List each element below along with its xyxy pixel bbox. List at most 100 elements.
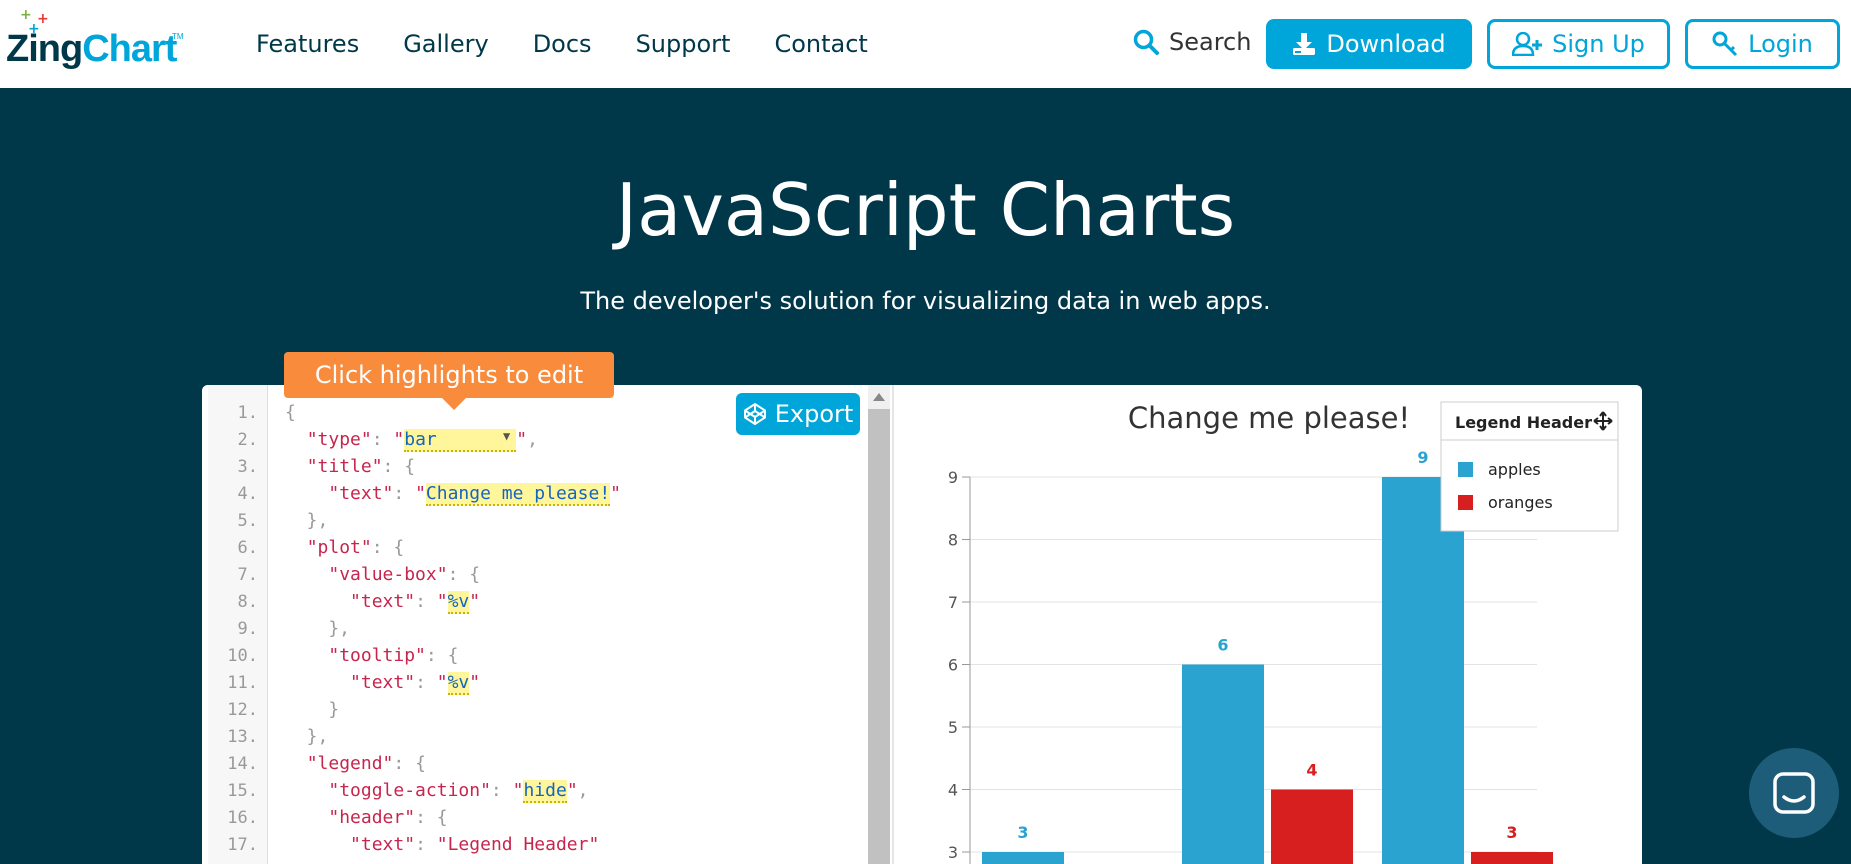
line-number: 14. — [227, 754, 258, 774]
line-number-gutter: 1. 2. 3. 4. 5. 6. 7. 8. 9. 10. 11. 12. 1… — [208, 385, 268, 864]
bar-value-label: 3 — [1017, 823, 1028, 842]
chart-preview: Change me please! 3 4 5 6 7 8 9 3 6 9 4 3 Legend Head… — [894, 385, 1642, 864]
chart-title: Change me please! — [1128, 401, 1410, 435]
legend-header-text: Legend Header — [447, 834, 589, 855]
line-number: 4. — [237, 484, 258, 504]
nav-docs[interactable]: Docs — [533, 30, 592, 58]
code-line: "type": "bar ▼ ", — [306, 429, 538, 452]
chart-type-value: bar — [404, 429, 437, 450]
code-line: "text": "Change me please!" — [328, 483, 621, 506]
y-tick-label: 9 — [948, 468, 958, 487]
y-tick-label: 7 — [948, 593, 958, 612]
logo-plus-green-icon: + — [20, 7, 32, 23]
hero-title: JavaScript Charts — [615, 168, 1236, 252]
code-line: "header": { — [328, 807, 448, 828]
line-number: 5. — [237, 511, 258, 531]
demo-panel: 1. 2. 3. 4. 5. 6. 7. 8. 9. 10. 11. 12. 1… — [202, 385, 1642, 864]
line-number: 16. — [227, 808, 258, 828]
signup-label: Sign Up — [1552, 30, 1645, 58]
legend-swatch-oranges — [1458, 495, 1473, 510]
hero-subtitle: The developer's solution for visualizing… — [580, 287, 1271, 315]
line-number: 2. — [237, 430, 258, 450]
zingchart-logo[interactable]: + + + ZingChart TM — [6, 8, 186, 80]
bar-value-label: 6 — [1217, 636, 1228, 655]
tooltip-text-editable[interactable]: %v — [447, 672, 470, 695]
line-number: 15. — [227, 781, 258, 801]
code-line: "text": "Legend Header" — [350, 834, 600, 855]
bar-oranges — [1271, 789, 1353, 864]
export-label: Export — [774, 400, 854, 428]
line-number: 8. — [237, 592, 258, 612]
nav-contact[interactable]: Contact — [774, 30, 867, 58]
bar-oranges — [1471, 852, 1553, 864]
logo-zing: Zing — [6, 28, 83, 70]
login-button[interactable]: Login — [1685, 19, 1840, 69]
line-number: 11. — [227, 673, 258, 693]
y-tick-label: 4 — [948, 781, 958, 800]
codepen-icon — [743, 403, 766, 425]
bar-apples — [1382, 477, 1464, 864]
legend-item-apples: apples — [1488, 460, 1541, 479]
y-tick-label: 3 — [948, 843, 958, 862]
key-icon — [1712, 31, 1738, 57]
line-number: 12. — [227, 700, 258, 720]
legend-swatch-apples — [1458, 462, 1473, 477]
line-number: 13. — [227, 727, 258, 747]
editor-scrollbar-thumb[interactable] — [868, 409, 890, 864]
scroll-up-arrow-icon[interactable] — [873, 393, 885, 401]
line-number: 9. — [237, 619, 258, 639]
download-label: Download — [1326, 30, 1446, 58]
bar-apples — [1182, 664, 1264, 864]
chart-type-select[interactable]: bar ▼ — [404, 429, 517, 452]
chat-icon — [1773, 772, 1815, 814]
code-line: "text": "%v" — [350, 591, 481, 614]
edit-hint-tooltip: Click highlights to edit — [284, 352, 614, 398]
bar-value-label: 4 — [1306, 761, 1317, 780]
download-icon — [1293, 33, 1316, 55]
legend-header: Legend Header — [1455, 413, 1592, 432]
logo-wordmark: ZingChart — [6, 28, 177, 71]
code-line: { — [285, 402, 296, 423]
code-line: "title": { — [306, 456, 416, 477]
export-button[interactable]: Export — [736, 393, 860, 435]
search-icon — [1133, 29, 1159, 55]
code-line: "value-box": { — [328, 564, 481, 585]
nav-support[interactable]: Support — [636, 30, 731, 58]
main-nav: Features Gallery Docs Support Contact — [256, 30, 912, 58]
code-line: } — [285, 699, 340, 720]
chat-launcher-button[interactable] — [1749, 748, 1839, 838]
login-label: Login — [1748, 30, 1813, 58]
bar-value-label: 9 — [1417, 448, 1428, 467]
line-number: 17. — [227, 835, 258, 855]
signup-button[interactable]: Sign Up — [1487, 19, 1670, 69]
add-user-icon — [1512, 32, 1543, 56]
y-tick-label: 5 — [948, 718, 958, 737]
bar-apples — [982, 852, 1064, 864]
nav-features[interactable]: Features — [256, 30, 359, 58]
line-number: 3. — [237, 457, 258, 477]
logo-chart: Chart — [82, 28, 177, 70]
code-editor[interactable]: 1. 2. 3. 4. 5. 6. 7. 8. 9. 10. 11. 12. 1… — [202, 385, 892, 864]
code-line: "text": "%v" — [350, 672, 481, 695]
logo-trademark: TM — [172, 32, 184, 41]
tooltip-arrow — [442, 398, 466, 410]
line-number: 7. — [237, 565, 258, 585]
search-button[interactable]: Search — [1133, 28, 1251, 56]
search-label: Search — [1169, 28, 1252, 56]
y-tick-label: 8 — [948, 531, 958, 550]
code-line: "toggle-action": "hide", — [328, 780, 589, 803]
nav-gallery[interactable]: Gallery — [403, 30, 488, 58]
value-box-text-editable[interactable]: %v — [447, 591, 470, 614]
title-text-editable[interactable]: Change me please! — [425, 483, 611, 506]
toggle-action-editable[interactable]: hide — [523, 780, 567, 803]
y-tick-label: 6 — [948, 656, 958, 675]
code-line: "tooltip": { — [328, 645, 459, 666]
line-number: 6. — [237, 538, 258, 558]
bar-chart: Change me please! 3 4 5 6 7 8 9 3 6 9 4 3 Legend Head… — [948, 401, 1619, 864]
legend-item-oranges: oranges — [1488, 493, 1553, 512]
code-line: "legend": { — [306, 753, 426, 774]
line-number: 10. — [227, 646, 258, 666]
code-line: "plot": { — [306, 537, 405, 558]
code-line: }, — [285, 618, 351, 639]
download-button[interactable]: Download — [1266, 19, 1472, 69]
